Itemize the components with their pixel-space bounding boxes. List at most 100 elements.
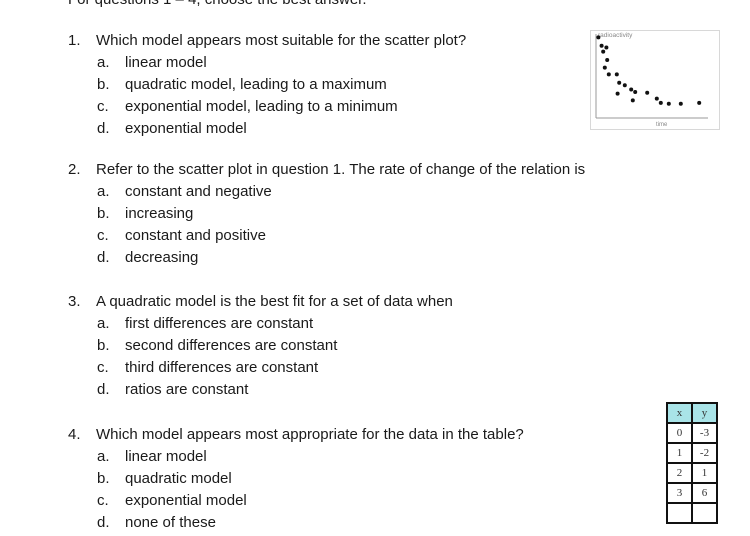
cell-y: -3 <box>691 422 718 444</box>
scatter-point <box>604 45 609 50</box>
option-text: constant and negative <box>125 183 272 200</box>
option-letter: a. <box>97 183 110 200</box>
option-letter: a. <box>97 448 110 465</box>
option-letter: a. <box>97 54 110 71</box>
scatter-point <box>602 65 607 70</box>
scatter-point <box>614 72 619 77</box>
table-row: 36 <box>666 482 718 504</box>
option-b[interactable]: b. increasing <box>68 203 585 225</box>
question-2: 2. Refer to the scatter plot in question … <box>68 159 585 269</box>
option-letter: a. <box>97 315 110 332</box>
table-row <box>666 502 718 524</box>
cell-x: 1 <box>666 442 693 464</box>
option-text: linear model <box>125 54 207 71</box>
cell-y <box>691 502 718 524</box>
scatter-point <box>606 72 611 77</box>
scatter-point <box>615 91 620 96</box>
question-text: Which model appears most appropriate for… <box>96 426 524 443</box>
option-d[interactable]: d. ratios are constant <box>68 379 453 401</box>
header-x: x <box>666 402 693 424</box>
data-table: x y 0 -3 1 -2 21 36 <box>666 402 718 524</box>
option-letter: d. <box>97 249 110 266</box>
scatter-point <box>629 87 634 92</box>
option-text: third differences are constant <box>125 359 319 376</box>
option-d[interactable]: d. exponential model <box>68 118 466 140</box>
option-b[interactable]: b. quadratic model, leading to a maximum <box>68 74 466 96</box>
plot-frame <box>590 30 720 130</box>
question-text: Refer to the scatter plot in question 1.… <box>96 161 586 178</box>
option-text: first differences are constant <box>125 315 314 332</box>
option-text: linear model <box>125 448 207 465</box>
header-y: y <box>691 402 718 424</box>
cell-x: 0 <box>666 422 693 444</box>
option-c[interactable]: c. exponential model, leading to a minimu… <box>68 96 466 118</box>
table-row: 0 -3 <box>666 422 718 444</box>
scatter-point <box>599 43 604 48</box>
option-letter: b. <box>97 205 110 222</box>
option-text: increasing <box>125 205 194 222</box>
scatter-point <box>645 90 650 95</box>
option-text: constant and positive <box>125 227 266 244</box>
option-b[interactable]: b. quadratic model <box>68 468 524 490</box>
option-text: exponential model <box>125 492 247 509</box>
table-row: 21 <box>666 462 718 484</box>
scatter-point <box>630 98 635 103</box>
option-text: decreasing <box>125 249 199 266</box>
table-row: 1 -2 <box>666 442 718 464</box>
option-letter: b. <box>97 470 110 487</box>
scatter-plot: radioactivity time <box>590 30 720 130</box>
option-text: none of these <box>125 514 216 531</box>
option-d[interactable]: d. decreasing <box>68 247 585 269</box>
scatter-point <box>666 101 671 106</box>
option-c[interactable]: c. third differences are constant <box>68 357 453 379</box>
scatter-point <box>596 35 601 40</box>
option-c[interactable]: c. exponential model <box>68 490 524 512</box>
scatter-point <box>654 96 659 101</box>
option-b[interactable]: b. second differences are constant <box>68 335 453 357</box>
scatter-point <box>617 80 622 85</box>
x-axis-label: time <box>656 122 668 128</box>
cell-x <box>666 502 693 524</box>
scatter-point <box>658 100 663 105</box>
option-letter: d. <box>97 514 110 531</box>
question-number: 2. <box>68 161 81 178</box>
option-letter: d. <box>97 381 110 398</box>
scatter-point <box>678 101 683 106</box>
option-letter: c. <box>97 227 109 244</box>
option-a[interactable]: a. constant and negative <box>68 181 585 203</box>
question-1: 1. Which model appears most suitable for … <box>68 30 466 140</box>
question-number: 1. <box>68 32 81 49</box>
option-a[interactable]: a. linear model <box>68 446 524 468</box>
cell-x: 3 <box>666 482 693 504</box>
option-text: quadratic model <box>125 470 232 487</box>
question-number: 3. <box>68 293 81 310</box>
option-a[interactable]: a. linear model <box>68 52 466 74</box>
question-4: 4. Which model appears most appropriate f… <box>68 424 524 534</box>
instructions-heading: For questions 1 – 4, choose the best ans… <box>68 0 367 8</box>
option-c[interactable]: c. constant and positive <box>68 225 585 247</box>
question-number: 4. <box>68 426 81 443</box>
option-text: exponential model <box>125 120 247 137</box>
scatter-point <box>601 49 606 54</box>
option-letter: b. <box>97 76 110 93</box>
option-letter: d. <box>97 120 110 137</box>
option-a[interactable]: a. first differences are constant <box>68 313 453 335</box>
option-letter: c. <box>97 359 109 376</box>
cell-y: 1 <box>691 462 718 484</box>
option-letter: c. <box>97 492 109 509</box>
option-text: quadratic model, leading to a maximum <box>125 76 387 93</box>
question-3: 3. A quadratic model is the best fit for … <box>68 291 453 401</box>
question-text: A quadratic model is the best fit for a … <box>96 293 453 310</box>
cell-y: -2 <box>691 442 718 464</box>
option-d[interactable]: d. none of these <box>68 512 524 534</box>
option-text: exponential model, leading to a minimum <box>125 98 398 115</box>
option-text: ratios are constant <box>125 381 249 398</box>
cell-x: 2 <box>666 462 693 484</box>
question-text: Which model appears most suitable for th… <box>96 32 467 49</box>
scatter-point <box>605 58 610 63</box>
option-letter: b. <box>97 337 110 354</box>
scatter-point <box>633 89 638 94</box>
option-letter: c. <box>97 98 109 115</box>
scatter-point <box>697 100 702 105</box>
y-axis-label: radioactivity <box>598 32 633 39</box>
